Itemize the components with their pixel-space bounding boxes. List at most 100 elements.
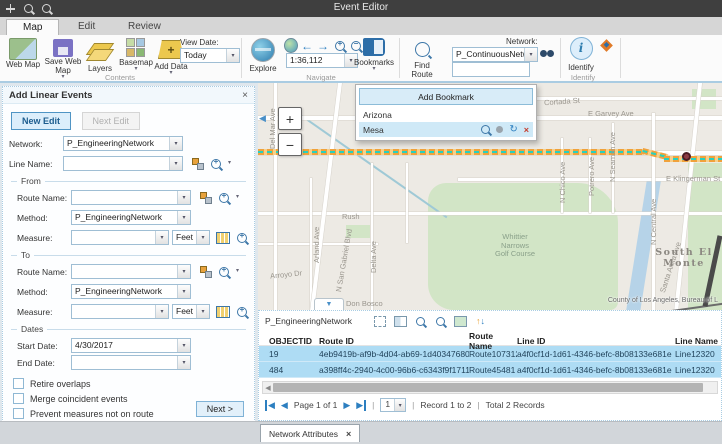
table-row[interactable]: 484 a398ff4c-2940-4c00-96b6-c6343f9f1711… (259, 362, 721, 378)
network-select[interactable]: P_EngineeringNetwork▾ (63, 136, 183, 151)
measure-on-map-icon[interactable] (216, 232, 230, 244)
checkbox[interactable] (13, 408, 24, 419)
map-zoom-control: + − (278, 107, 302, 159)
chevron-down-icon: ▾ (372, 67, 375, 72)
title-bar: Event Editor (0, 0, 722, 17)
collapse-table-arrow[interactable]: ▼ (314, 298, 344, 310)
identify-button[interactable]: i Identify (566, 37, 596, 72)
zoom-to-bookmark-icon[interactable] (481, 125, 490, 134)
start-date-select[interactable]: 4/30/2017▾ (71, 338, 191, 353)
table-row[interactable]: 19 4eb9419b-af9b-4d04-ab69-1d403476802b … (259, 346, 721, 362)
bookmark-item-mesa[interactable]: Mesa ↻ × (359, 122, 533, 137)
find-route-button[interactable]: Find Route (404, 39, 440, 79)
delete-bookmark-icon[interactable]: × (524, 125, 529, 135)
from-group: From Route Name: ▾ + ▾ Method: P_Enginee… (11, 181, 246, 245)
zoom-to-measure-icon[interactable]: + (237, 307, 247, 317)
network-select[interactable]: P_ContinuousNetwork ▾ (452, 47, 538, 62)
add-bookmark-button[interactable]: Add Bookmark (359, 88, 533, 105)
close-icon[interactable]: × (346, 429, 351, 439)
next-page-icon[interactable]: ▶ (343, 400, 350, 411)
sort-icon[interactable]: ↑↓ (473, 315, 488, 328)
map-zoom-out-button[interactable]: − (278, 133, 302, 156)
zoom-to-route-icon[interactable]: + (219, 193, 229, 203)
forward-arrow-icon[interactable]: → (316, 39, 330, 52)
prev-page-icon[interactable]: ◀ (281, 400, 288, 411)
to-unit-select[interactable]: Feet▾ (172, 304, 210, 319)
web-map-button[interactable]: Web Map (4, 38, 42, 69)
last-page-icon[interactable]: ▶ (356, 400, 366, 411)
collapse-panel-arrow[interactable]: ◀ (259, 113, 266, 124)
back-arrow-icon[interactable]: ← (300, 39, 314, 52)
new-edit-button[interactable]: New Edit (11, 112, 71, 130)
select-line-on-map-icon[interactable] (192, 158, 204, 170)
map-zoom-in-button[interactable]: + (278, 107, 302, 130)
zoom-to-route-icon[interactable]: + (219, 267, 229, 277)
zoom-to-selection-icon[interactable] (413, 315, 428, 328)
page-select[interactable]: 1 ▾ (380, 398, 406, 412)
binoculars-icon[interactable] (540, 49, 554, 59)
select-route-on-map-icon[interactable] (200, 266, 212, 278)
zoom-in-icon[interactable]: + (333, 39, 347, 52)
record-total: Total 2 Records (486, 400, 545, 410)
layers-button[interactable]: Layers (84, 39, 116, 73)
line-name-select[interactable]: ▾ (63, 156, 183, 171)
checkbox[interactable] (13, 393, 24, 404)
checkbox[interactable] (13, 378, 24, 389)
tab-network-attributes[interactable]: Network Attributes × (260, 424, 360, 442)
layer-name: P_EngineeringNetwork (265, 316, 352, 326)
street-label: E Garvey Ave (588, 109, 634, 118)
from-route-name-select[interactable]: ▾ (71, 190, 191, 205)
show-table-icon[interactable] (393, 315, 408, 328)
end-date-select[interactable]: ▾ (71, 355, 191, 370)
chevron-down-icon: ▾ (169, 137, 182, 150)
refresh-bookmark-icon[interactable]: ↻ (509, 125, 517, 134)
close-icon[interactable]: × (242, 90, 248, 101)
street-label: E Klingerman St (666, 174, 720, 183)
from-method-select[interactable]: P_EngineeringNetwork▾ (71, 210, 191, 225)
scroll-left-icon[interactable]: ◀ (263, 384, 273, 392)
to-measure-input[interactable]: ▾ (71, 304, 169, 319)
chevron-down-icon: ▾ (177, 191, 190, 204)
place-label: South ElMonte (646, 247, 722, 269)
to-route-name-select[interactable]: ▾ (71, 264, 191, 279)
tab-edit[interactable]: Edit (62, 19, 111, 35)
to-method-select[interactable]: P_EngineeringNetwork▾ (71, 284, 191, 299)
from-unit-select[interactable]: Feet▾ (172, 230, 210, 245)
globe-icon[interactable] (284, 39, 298, 52)
locate-flag-icon[interactable] (600, 39, 613, 52)
basemap-button[interactable]: Basemap ▾ (118, 38, 154, 72)
tab-review[interactable]: Review (112, 19, 177, 35)
from-measure-input[interactable]: ▾ (71, 230, 169, 245)
bookmark-item-arizona[interactable]: Arizona (359, 108, 533, 122)
switch-selection-icon[interactable] (453, 315, 468, 328)
pan-to-bookmark-icon[interactable] (496, 126, 503, 133)
bookmarks-button[interactable]: Bookmarks ▾ (352, 38, 396, 72)
street-label: Arroyo Dr (270, 268, 303, 280)
view-date-select[interactable]: Today ▾ (180, 48, 240, 63)
next-button[interactable]: Next > (196, 401, 244, 417)
next-edit-button[interactable]: Next Edit (82, 112, 141, 130)
select-route-on-map-icon[interactable] (200, 192, 212, 204)
chevron-down-icon[interactable]: ▾ (236, 269, 239, 274)
horizontal-scrollbar[interactable]: ◀ (262, 381, 718, 394)
zoom-to-measure-icon[interactable]: + (237, 233, 247, 243)
zoom-to-line-icon[interactable]: + (211, 159, 221, 169)
first-page-icon[interactable]: ◀ (265, 400, 275, 411)
pan-to-selection-icon[interactable] (433, 315, 448, 328)
scale-select[interactable]: 1:36,112 ▾ (286, 53, 358, 68)
chevron-down-icon[interactable]: ▾ (236, 195, 239, 200)
map-attribution: County of Los Angeles, Bureau of L (608, 297, 718, 304)
explore-button[interactable]: Explore (246, 38, 280, 73)
chevron-down-icon: ▾ (169, 157, 182, 170)
route-input[interactable] (452, 62, 530, 77)
street-label: N Seaman Ave (608, 132, 617, 182)
find-route-icon (415, 42, 430, 57)
chevron-down-icon: ▾ (394, 399, 405, 411)
chevron-down-icon[interactable]: ▾ (228, 161, 231, 166)
retire-overlaps-option[interactable]: Retire overlaps (13, 378, 248, 389)
measure-on-map-icon[interactable] (216, 306, 230, 318)
attributes-panel: P_EngineeringNetwork ↑↓ OBJECTID Route I… (258, 310, 722, 421)
tab-map[interactable]: Map (6, 19, 59, 36)
scrollbar-thumb[interactable] (273, 383, 703, 392)
select-records-icon[interactable] (373, 315, 388, 328)
